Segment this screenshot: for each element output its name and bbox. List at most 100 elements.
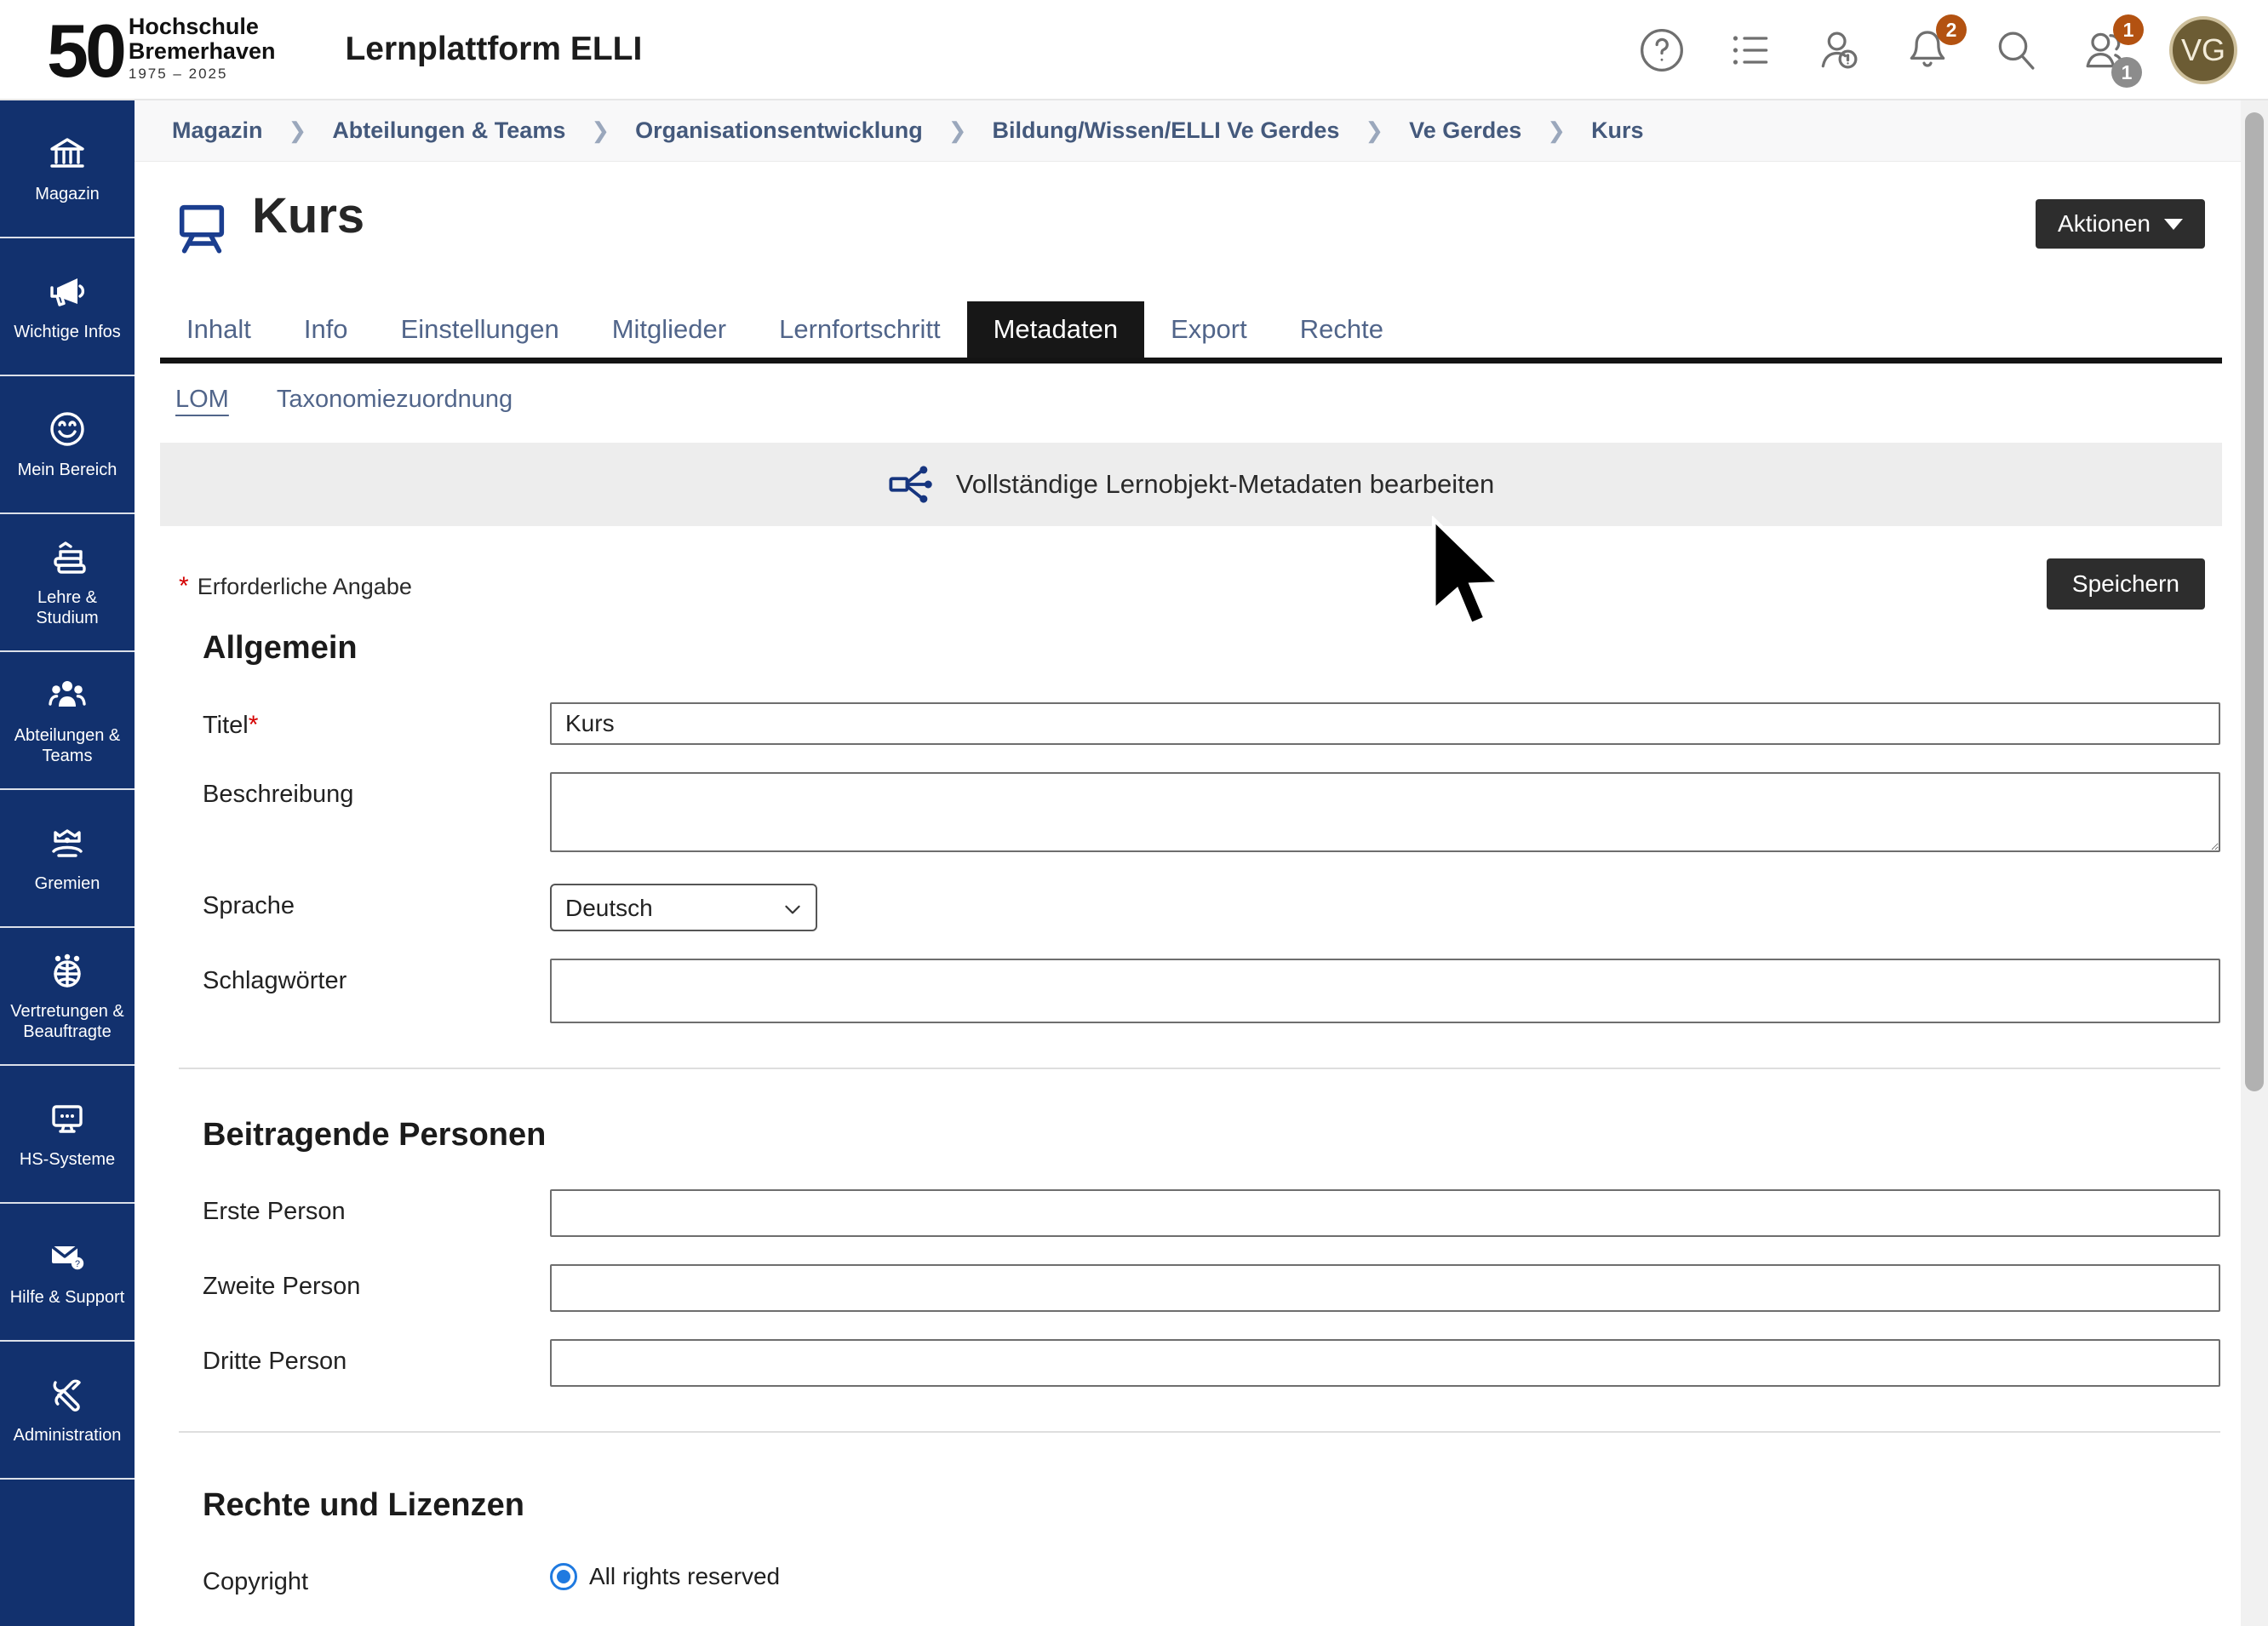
main-content: Magazin ❯ Abteilungen & Teams ❯ Organisa… [135,100,2241,1626]
app-title: Lernplattform ELLI [345,31,642,68]
tab-mitglieder[interactable]: Mitglieder [586,301,753,358]
section-heading-beitragende: Beitragende Personen [203,1117,2241,1154]
share-nodes-icon [888,461,934,507]
sidebar-item-hs-systeme[interactable]: HS-Systeme [0,1066,135,1204]
form-row-sprache: Sprache Deutsch [203,884,2220,931]
breadcrumb-kurs[interactable]: Kurs [1591,117,1644,144]
tab-rechte[interactable]: Rechte [1274,301,1410,358]
main-sidebar: Magazin Wichtige Infos Mein Bereich Lehr… [0,100,135,1626]
dritte-person-input[interactable] [550,1339,2220,1387]
copyright-label: Copyright [203,1560,550,1596]
tab-einstellungen[interactable]: Einstellungen [375,301,586,358]
subtab-bar: LOM Taxonomiezuordnung [135,364,2241,414]
todo-list-icon[interactable] [1727,26,1774,74]
bank-icon [47,133,88,174]
breadcrumb-organisationsentwicklung[interactable]: Organisationsentwicklung [635,117,923,144]
sidebar-item-mein-bereich[interactable]: Mein Bereich [0,376,135,514]
chevron-right-icon: ❯ [1547,117,1566,144]
contacts-icon[interactable]: 1 1 [2081,26,2128,74]
beschreibung-textarea[interactable] [550,772,2220,852]
schlagwoerter-input[interactable] [550,959,2220,1023]
beschreibung-label: Beschreibung [203,772,550,809]
sidebar-item-gremien[interactable]: Gremien [0,790,135,928]
contacts-sub-badge: 1 [2111,57,2142,88]
section-heading-rechte: Rechte und Lizenzen [203,1487,2241,1524]
logo-line2: Bremerhaven [129,39,276,63]
dritte-person-label: Dritte Person [203,1339,550,1376]
screen: 50 Hochschule Bremerhaven 1975 – 2025 Le… [0,0,2268,1626]
form-row-dritte-person: Dritte Person [203,1339,2220,1387]
titel-input[interactable] [550,702,2220,745]
notifications-bell-icon[interactable]: 2 [1904,26,1951,74]
form-row-beschreibung: Beschreibung [203,772,2220,856]
breadcrumb-abteilungen[interactable]: Abteilungen & Teams [332,117,565,144]
actions-button[interactable]: Aktionen [2036,199,2205,249]
copyright-radio-row: All rights reserved [550,1560,2220,1590]
logo-line1: Hochschule [129,14,276,38]
books-icon [47,536,88,577]
form-row-titel: Titel* [203,702,2220,745]
chevron-right-icon: ❯ [1365,117,1383,144]
section-heading-allgemein: Allgemein [203,630,2241,667]
tools-icon [47,1374,88,1415]
breadcrumb-ve-gerdes[interactable]: Ve Gerdes [1409,117,1521,144]
breadcrumb-bildung-wissen[interactable]: Bildung/Wissen/ELLI Ve Gerdes [993,117,1340,144]
breadcrumb-magazin[interactable]: Magazin [172,117,263,144]
committee-icon [47,822,88,863]
smiley-icon [47,409,88,449]
sidebar-item-wichtige-infos[interactable]: Wichtige Infos [0,238,135,376]
caret-down-icon [2164,219,2183,230]
save-button[interactable]: Speichern [2047,558,2205,610]
tab-metadaten[interactable]: Metadaten [967,301,1145,358]
bell-badge: 2 [1936,14,1967,45]
subtab-lom[interactable]: LOM [175,386,229,414]
edit-full-metadata-banner[interactable]: Vollständige Lernobjekt-Metadaten bearbe… [160,443,2222,526]
banner-label: Vollständige Lernobjekt-Metadaten bearbe… [956,469,1495,500]
required-asterisk: * [179,572,189,600]
chevron-right-icon: ❯ [591,117,610,144]
sidebar-item-abteilungen-teams[interactable]: Abteilungen & Teams [0,652,135,790]
megaphone-icon [47,271,88,312]
page-title: Kurs [252,187,364,244]
sidebar-item-administration[interactable]: Administration [0,1342,135,1480]
copyright-radio-selected[interactable] [550,1563,577,1590]
help-icon[interactable] [1638,26,1686,74]
page-title-row: Kurs Aktionen [135,162,2241,289]
logo-50-number: 50 [47,17,123,84]
titel-label: Titel* [203,702,550,740]
sidebar-item-lehre-studium[interactable]: Lehre & Studium [0,514,135,652]
zweite-person-label: Zweite Person [203,1264,550,1301]
user-status-icon[interactable] [1815,26,1863,74]
sidebar-item-vertretungen[interactable]: Vertretungen & Beauftragte [0,928,135,1066]
schlagwoerter-label: Schlagwörter [203,959,550,995]
tab-info[interactable]: Info [278,301,375,358]
globe-people-icon [47,950,88,991]
page-scrollbar [2241,100,2268,1626]
university-logo: 50 Hochschule Bremerhaven 1975 – 2025 [47,14,275,84]
monitor-icon [47,1098,88,1139]
user-avatar[interactable]: VG [2169,16,2237,84]
contacts-badge: 1 [2113,14,2144,45]
erste-person-input[interactable] [550,1189,2220,1237]
subtab-taxonomiezuordnung[interactable]: Taxonomiezuordnung [277,386,513,414]
tab-lernfortschritt[interactable]: Lernfortschritt [753,301,967,358]
sidebar-item-hilfe-support[interactable]: ? Hilfe & Support [0,1204,135,1342]
sprache-select[interactable]: Deutsch [550,884,817,931]
tab-export[interactable]: Export [1144,301,1274,358]
logo-years: 1975 – 2025 [129,66,276,83]
tab-inhalt[interactable]: Inhalt [160,301,278,358]
section-divider [179,1431,2220,1433]
section-divider [179,1068,2220,1069]
form-actions-row: *Erforderliche Angabe Speichern [135,558,2241,621]
zweite-person-input[interactable] [550,1264,2220,1312]
chevron-right-icon: ❯ [289,117,307,144]
course-easel-icon [172,198,232,257]
sprache-label: Sprache [203,884,550,920]
breadcrumb: Magazin ❯ Abteilungen & Teams ❯ Organisa… [135,100,2241,162]
scrollbar-thumb[interactable] [2245,112,2264,1091]
copyright-option-label: All rights reserved [589,1563,780,1590]
sidebar-item-magazin[interactable]: Magazin [0,100,135,238]
form-row-copyright: Copyright All rights reserved [203,1560,2220,1596]
header-icon-row: 2 1 1 VG [1638,0,2237,100]
search-icon[interactable] [1992,26,2040,74]
